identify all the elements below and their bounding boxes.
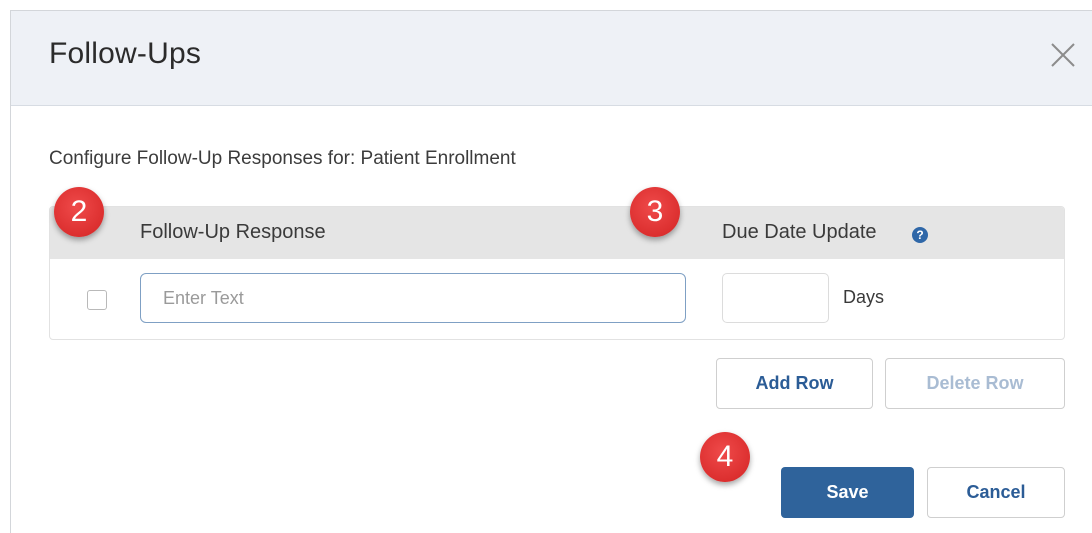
follow-ups-dialog: Follow-Ups Configure Follow-Up Responses… — [10, 10, 1092, 533]
callout-marker-4: 4 — [700, 432, 750, 482]
days-label: Days — [843, 287, 885, 307]
grid-header: Follow-Up Response Due Date Update ? — [50, 207, 1064, 259]
callout-marker-2: 2 — [54, 187, 104, 237]
save-button[interactable]: Save — [781, 467, 914, 518]
row-select-checkbox[interactable] — [87, 290, 107, 310]
delete-row-button[interactable]: Delete Row — [885, 358, 1065, 409]
callout-marker-3: 3 — [630, 187, 680, 237]
follow-up-response-input[interactable] — [140, 273, 686, 323]
dialog-header: Follow-Ups — [11, 11, 1092, 106]
follow-up-grid: Follow-Up Response Due Date Update ? Day… — [49, 206, 1065, 340]
cancel-button[interactable]: Cancel — [927, 467, 1065, 518]
due-date-days-input[interactable] — [722, 273, 829, 323]
column-header-due-date-update: Due Date Update — [722, 221, 877, 243]
dialog-subtitle: Configure Follow-Up Responses for: Patie… — [49, 148, 516, 169]
close-icon[interactable] — [1047, 39, 1079, 71]
column-header-follow-up-response: Follow-Up Response — [140, 221, 326, 243]
dialog-title: Follow-Ups — [49, 37, 202, 70]
question-mark-icon[interactable]: ? — [912, 227, 928, 243]
add-row-button[interactable]: Add Row — [716, 358, 873, 409]
